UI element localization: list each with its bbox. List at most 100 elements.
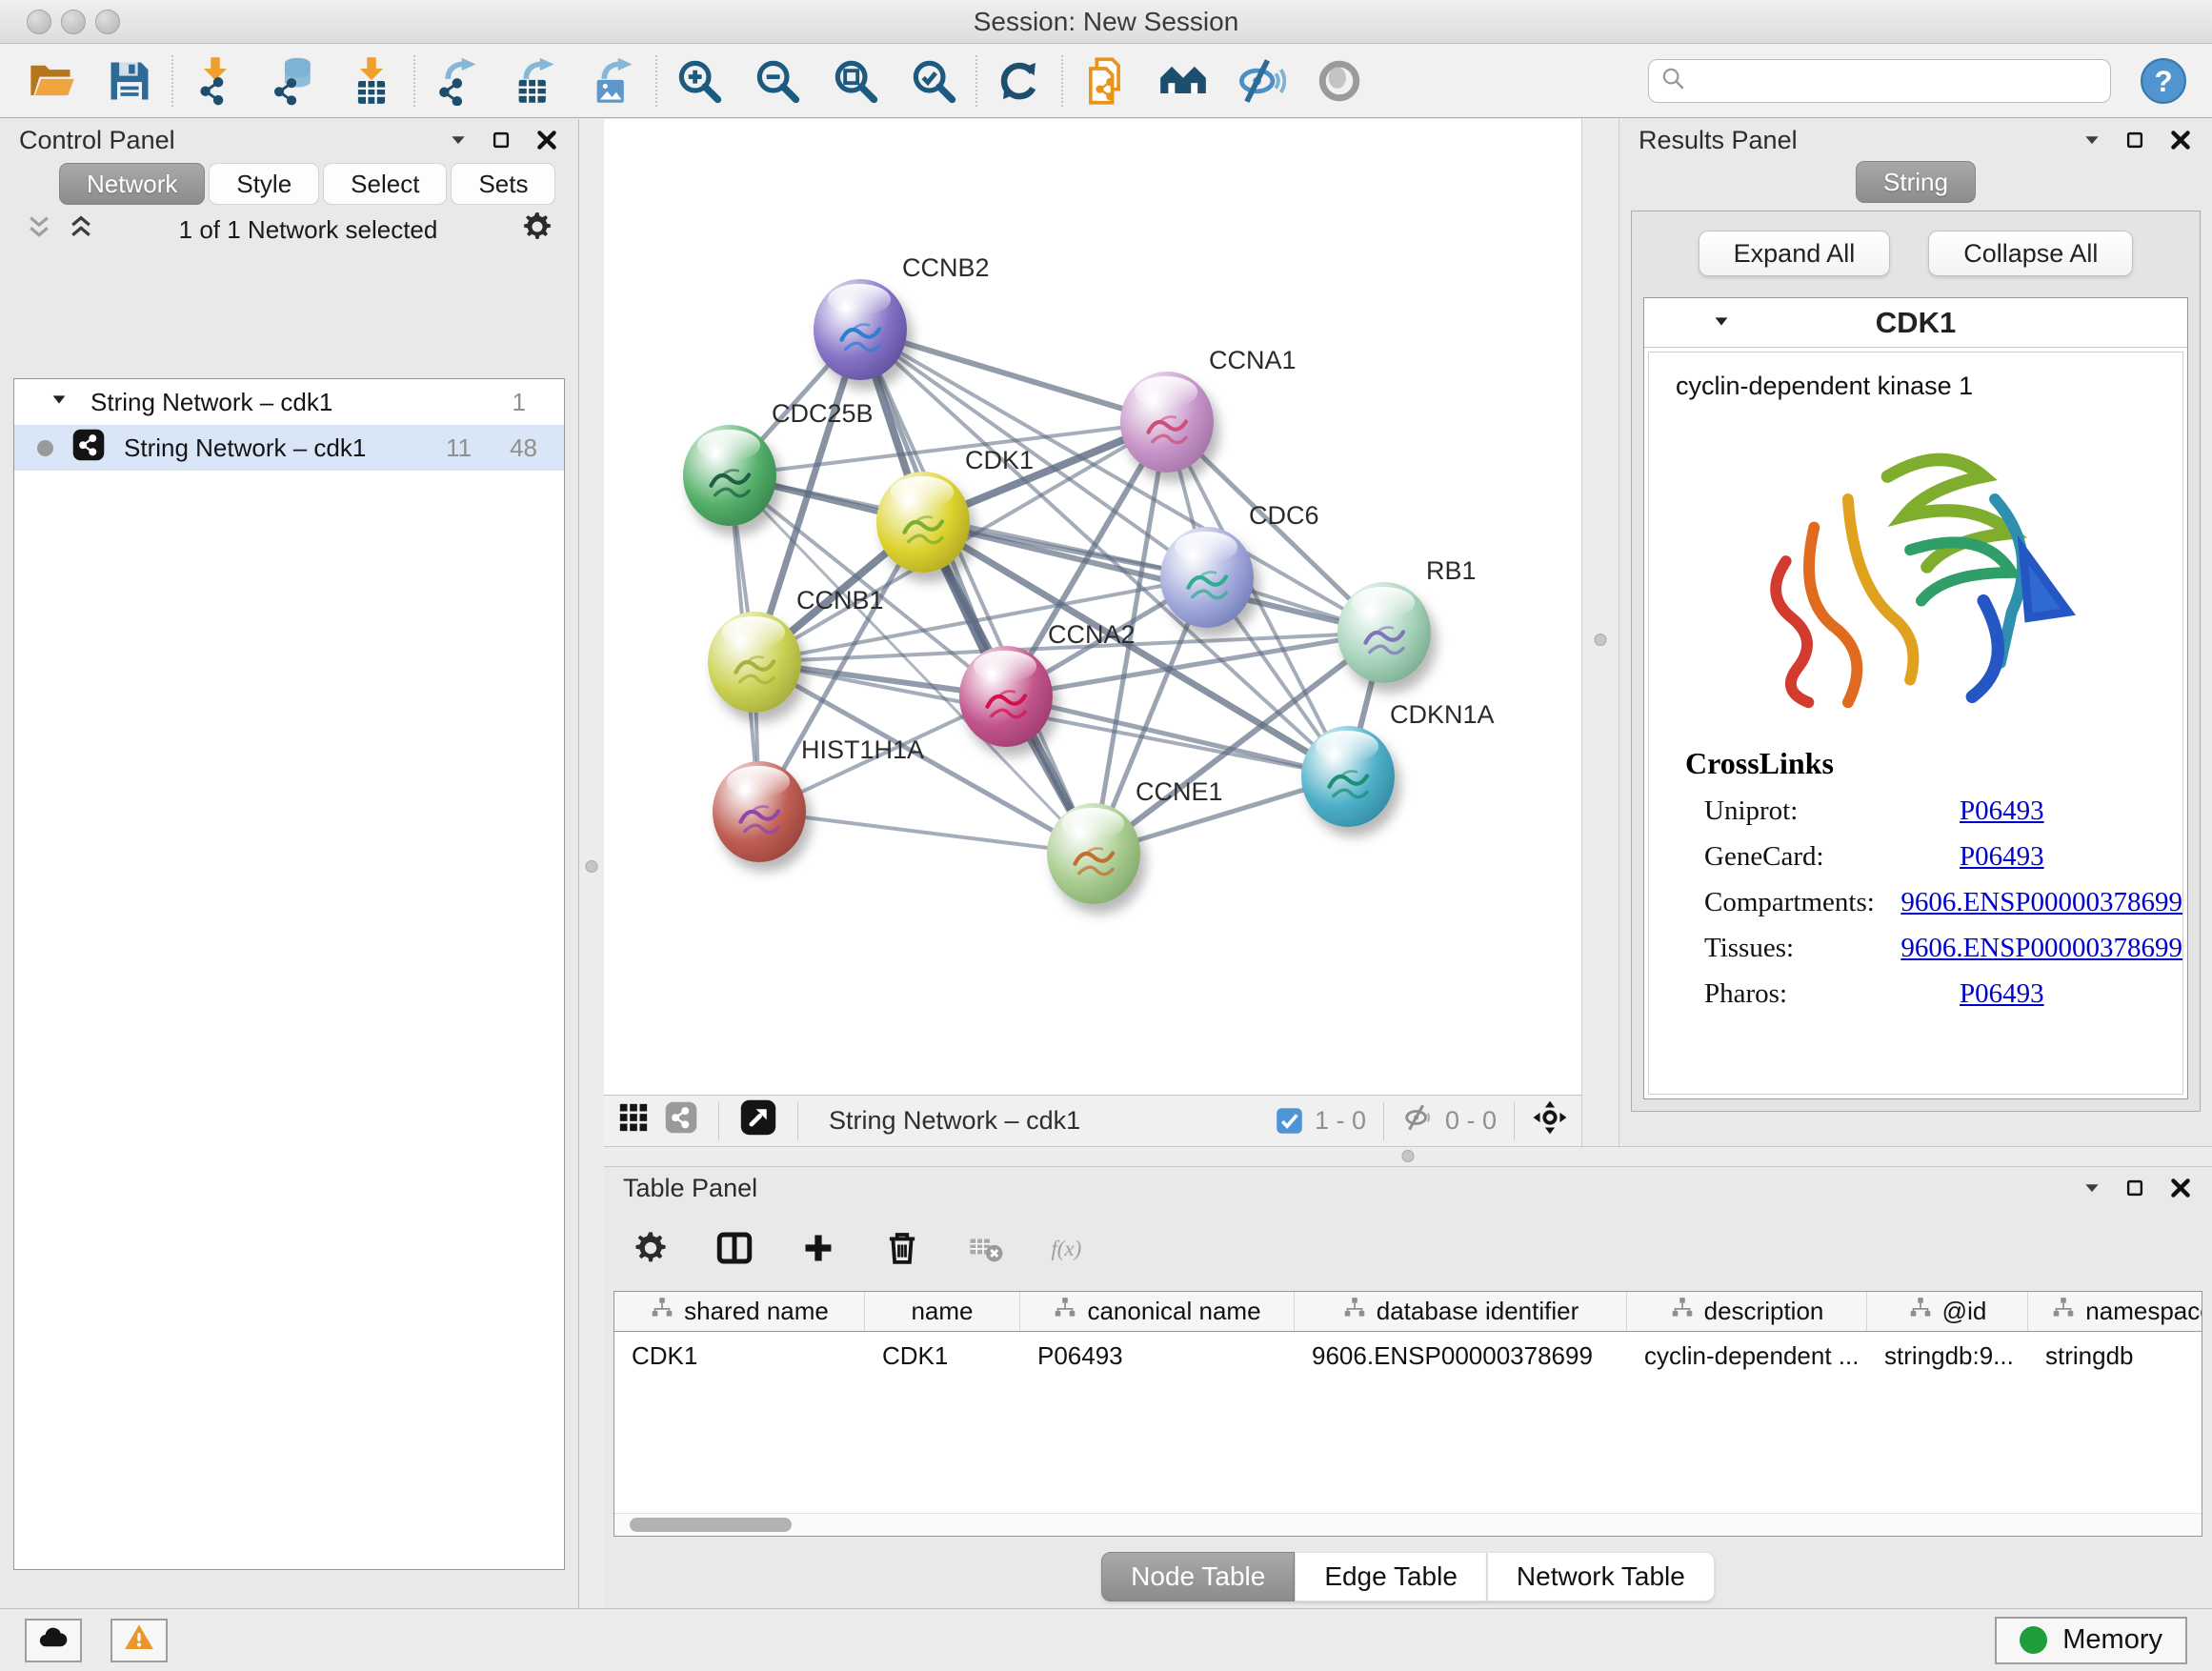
panel-close-icon[interactable] (534, 128, 559, 152)
node-ccnb2[interactable] (814, 279, 907, 380)
node-ccne1[interactable] (1047, 803, 1140, 904)
horizontal-splitter[interactable] (604, 1146, 2212, 1167)
zoom-in-icon[interactable] (673, 54, 726, 108)
show-all-homes-icon[interactable] (1156, 54, 1210, 108)
column-header-namespace[interactable]: namespace (2028, 1292, 2202, 1331)
column-header-canonical-name[interactable]: canonical name (1020, 1292, 1295, 1331)
warnings-button[interactable] (111, 1619, 168, 1662)
scrollbar-thumb[interactable] (630, 1518, 792, 1532)
node-cdkn1a[interactable] (1301, 726, 1395, 827)
tab-edge-table[interactable]: Edge Table (1295, 1552, 1487, 1601)
expand-all-button[interactable]: Expand All (1699, 231, 1891, 276)
save-session-icon[interactable] (103, 54, 156, 108)
refresh-view-icon[interactable] (993, 54, 1046, 108)
open-session-icon[interactable] (25, 54, 78, 108)
table-cell[interactable]: P06493 (1020, 1332, 1295, 1378)
delete-column-icon[interactable] (882, 1228, 922, 1273)
import-table-file-icon[interactable] (345, 54, 398, 108)
column-header-database-identifier[interactable]: database identifier (1295, 1292, 1627, 1331)
table-cell[interactable]: stringdb (2028, 1332, 2202, 1378)
collapse-all-icon[interactable] (25, 212, 53, 248)
table-row[interactable]: CDK1CDK1P064939606.ENSP00000378699cyclin… (614, 1332, 2202, 1378)
hide-selected-icon[interactable] (1235, 54, 1288, 108)
cloud-button[interactable] (25, 1619, 82, 1662)
column-header--id[interactable]: @id (1867, 1292, 2028, 1331)
node-rb1[interactable] (1337, 582, 1431, 683)
panel-float-icon[interactable] (2124, 130, 2145, 151)
network-collection-row[interactable]: String Network – cdk1 1 (14, 379, 564, 425)
node-cdk1[interactable] (876, 472, 970, 573)
column-header-shared-name[interactable]: shared name (614, 1292, 865, 1331)
node-ccna1[interactable] (1120, 372, 1214, 473)
search-box[interactable] (1648, 59, 2111, 103)
column-header-description[interactable]: description (1627, 1292, 1867, 1331)
export-table-icon[interactable] (509, 54, 562, 108)
tab-node-table[interactable]: Node Table (1101, 1552, 1295, 1601)
tab-select[interactable]: Select (323, 163, 447, 205)
export-image-icon[interactable] (587, 54, 640, 108)
expand-all-icon[interactable] (67, 212, 95, 248)
crosslink-link[interactable]: P06493 (1960, 841, 2044, 873)
zoom-selected-icon[interactable] (907, 54, 960, 108)
node-ccnb1[interactable] (708, 612, 801, 713)
window-close-button[interactable] (27, 10, 51, 34)
panel-float-icon[interactable] (491, 130, 512, 151)
tab-string[interactable]: String (1856, 161, 1976, 203)
table-cell[interactable]: stringdb:9... (1867, 1332, 2028, 1378)
network-options-gear-icon[interactable] (521, 211, 553, 250)
crosslink-link[interactable]: 9606.ENSP00000378699 (1900, 933, 2182, 964)
zoom-out-icon[interactable] (751, 54, 804, 108)
table-cell[interactable]: 9606.ENSP00000378699 (1295, 1332, 1627, 1378)
crosslink-link[interactable]: P06493 (1960, 978, 2044, 1010)
show-columns-icon[interactable] (714, 1228, 754, 1273)
add-column-icon[interactable] (800, 1230, 836, 1271)
network-overview-icon[interactable] (665, 1101, 697, 1140)
splitter-handle[interactable] (1402, 1150, 1415, 1162)
collapse-all-button[interactable]: Collapse All (1928, 231, 2133, 276)
zoom-fit-icon[interactable] (829, 54, 882, 108)
node-cdc25b[interactable] (683, 425, 776, 526)
memory-button[interactable]: Memory (1995, 1617, 2187, 1664)
birdseye-grid-icon[interactable] (617, 1101, 650, 1140)
crosslink-link[interactable]: 9606.ENSP00000378699 (1900, 887, 2182, 918)
vertical-splitter-left[interactable] (579, 119, 604, 1608)
panel-menu-icon[interactable] (2082, 131, 2101, 150)
table-cell[interactable]: CDK1 (865, 1332, 1020, 1378)
window-zoom-button[interactable] (95, 10, 120, 34)
collection-expander-icon[interactable] (49, 388, 70, 417)
tab-network[interactable]: Network (59, 163, 205, 205)
tab-network-table[interactable]: Network Table (1487, 1552, 1715, 1601)
node-details-header[interactable]: CDK1 (1644, 298, 2187, 348)
detach-view-icon[interactable] (740, 1099, 776, 1142)
panel-menu-icon[interactable] (449, 131, 468, 150)
node-cdc6[interactable] (1160, 527, 1254, 628)
crosslink-link[interactable]: P06493 (1960, 795, 2044, 827)
table-cell[interactable]: CDK1 (614, 1332, 865, 1378)
search-input[interactable] (1695, 65, 2101, 96)
splitter-handle[interactable] (586, 860, 598, 873)
fit-selected-crosshair-icon[interactable] (1532, 1099, 1568, 1142)
panel-close-icon[interactable] (2168, 128, 2193, 152)
column-header-name[interactable]: name (865, 1292, 1020, 1331)
table-cell[interactable]: cyclin-dependent ... (1627, 1332, 1867, 1378)
hidden-items-icon[interactable] (1401, 1101, 1434, 1140)
window-minimize-button[interactable] (61, 10, 86, 34)
import-network-database-icon[interactable] (267, 54, 320, 108)
first-neighbors-icon[interactable] (1078, 54, 1132, 108)
tab-sets[interactable]: Sets (451, 163, 555, 205)
selected-nodes-checkbox[interactable] (1276, 1107, 1303, 1135)
network-edges[interactable] (604, 119, 1581, 1095)
node-table[interactable]: shared namenamecanonical namedatabase id… (613, 1291, 2202, 1537)
node-ccna2[interactable] (959, 646, 1053, 747)
export-network-icon[interactable] (431, 54, 484, 108)
network-row-selected[interactable]: String Network – cdk1 11 48 (14, 425, 564, 471)
splitter-handle[interactable] (1595, 634, 1607, 646)
tab-style[interactable]: Style (209, 163, 319, 205)
import-network-file-icon[interactable] (189, 54, 242, 108)
vertical-splitter-right[interactable] (1581, 119, 1619, 1146)
table-options-gear-icon[interactable] (633, 1230, 669, 1271)
network-canvas[interactable]: CCNB2CCNA1CDC25BCDK1CDC6RB1CCNB1CCNA2CDK… (604, 119, 1581, 1095)
show-eye-icon[interactable] (1313, 54, 1366, 108)
node-hist1h1a[interactable] (713, 761, 806, 862)
panel-menu-icon[interactable] (2082, 1178, 2101, 1198)
